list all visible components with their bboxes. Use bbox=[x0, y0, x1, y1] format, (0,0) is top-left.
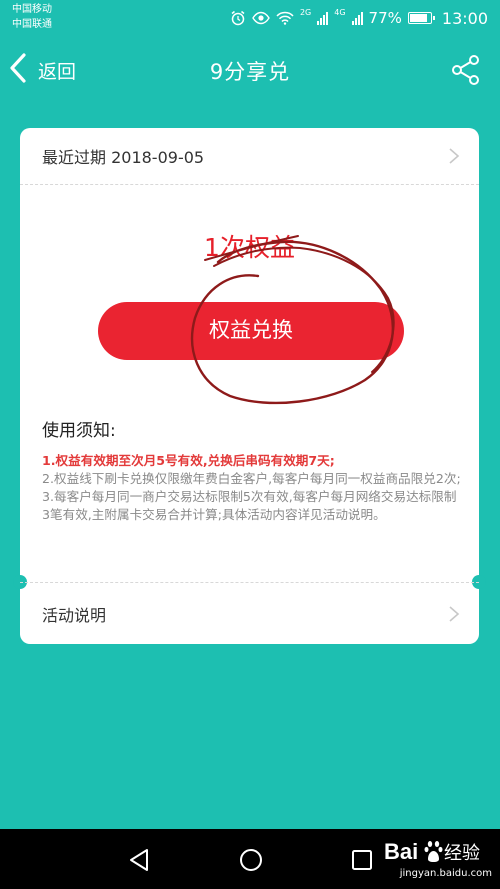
clock: 13:00 bbox=[441, 8, 488, 28]
wifi-icon bbox=[276, 11, 294, 25]
carrier-1: 中国移动 bbox=[12, 4, 52, 15]
activity-info-label: 活动说明 bbox=[42, 606, 107, 625]
notice-item: 1.权益有效期至次月5号有效,兑换后串码有效期7天; bbox=[42, 453, 335, 468]
network-4g-label: 4G bbox=[334, 8, 346, 17]
chevron-right-icon bbox=[449, 606, 460, 622]
redeem-button[interactable]: 权益兑换 bbox=[98, 302, 404, 360]
page-title: 9分享兑 bbox=[209, 60, 291, 84]
divider bbox=[20, 582, 479, 583]
eye-icon bbox=[252, 11, 270, 25]
activity-info-row[interactable]: 活动说明 bbox=[20, 584, 479, 644]
share-icon bbox=[452, 55, 479, 85]
status-bar: 中国移动 中国联通 2G 4G 77% 13:00 bbox=[0, 0, 500, 36]
benefit-count: 1次权益 bbox=[204, 233, 295, 262]
triangle-back-icon[interactable] bbox=[126, 847, 152, 873]
network-2g-label: 2G bbox=[299, 8, 312, 17]
chevron-right-icon bbox=[449, 148, 460, 164]
notice-item: 2.权益线下刷卡兑换仅限缴年费白金客户,每客户每月同一权益商品限兑2次; bbox=[42, 471, 461, 486]
notice-list: 1.权益有效期至次月5号有效,兑换后串码有效期7天; 2.权益线下刷卡兑换仅限缴… bbox=[42, 452, 462, 524]
watermark-url: jingyan.baidu.com bbox=[399, 868, 492, 879]
square-recents-icon[interactable] bbox=[349, 847, 375, 873]
divider bbox=[20, 184, 479, 185]
nav-bar: 返回 9分享兑 bbox=[0, 42, 500, 98]
signal-4g-icon bbox=[351, 11, 363, 25]
battery-icon bbox=[407, 12, 435, 24]
baidu-jingyan-watermark: Bai 经验 jingyan.baidu.com bbox=[384, 832, 496, 886]
expiry-text: 最近过期 2018-09-05 bbox=[42, 148, 205, 167]
battery-percent: 77% bbox=[368, 9, 402, 27]
signal-2g-icon bbox=[317, 11, 329, 25]
notice-title: 使用须知: bbox=[42, 421, 116, 441]
alarm-icon bbox=[230, 10, 246, 26]
benefit-card: 最近过期 2018-09-05 1次权益 权益兑换 使用须知: 1.权益有效期至… bbox=[13, 128, 486, 644]
expiry-row[interactable]: 最近过期 2018-09-05 bbox=[20, 128, 479, 184]
baidu-logo: Bai 经验 bbox=[384, 839, 480, 864]
notice-item: 3.每客户每月同一商户交易达标限制5次有效,每客户每月网络交易达标限制3笔有效,… bbox=[42, 489, 457, 522]
svg-text:Bai: Bai bbox=[384, 839, 418, 864]
share-button[interactable] bbox=[450, 54, 482, 86]
circle-home-icon[interactable] bbox=[238, 847, 264, 873]
carrier-2: 中国联通 bbox=[12, 19, 52, 30]
svg-text:经验: 经验 bbox=[444, 843, 480, 864]
